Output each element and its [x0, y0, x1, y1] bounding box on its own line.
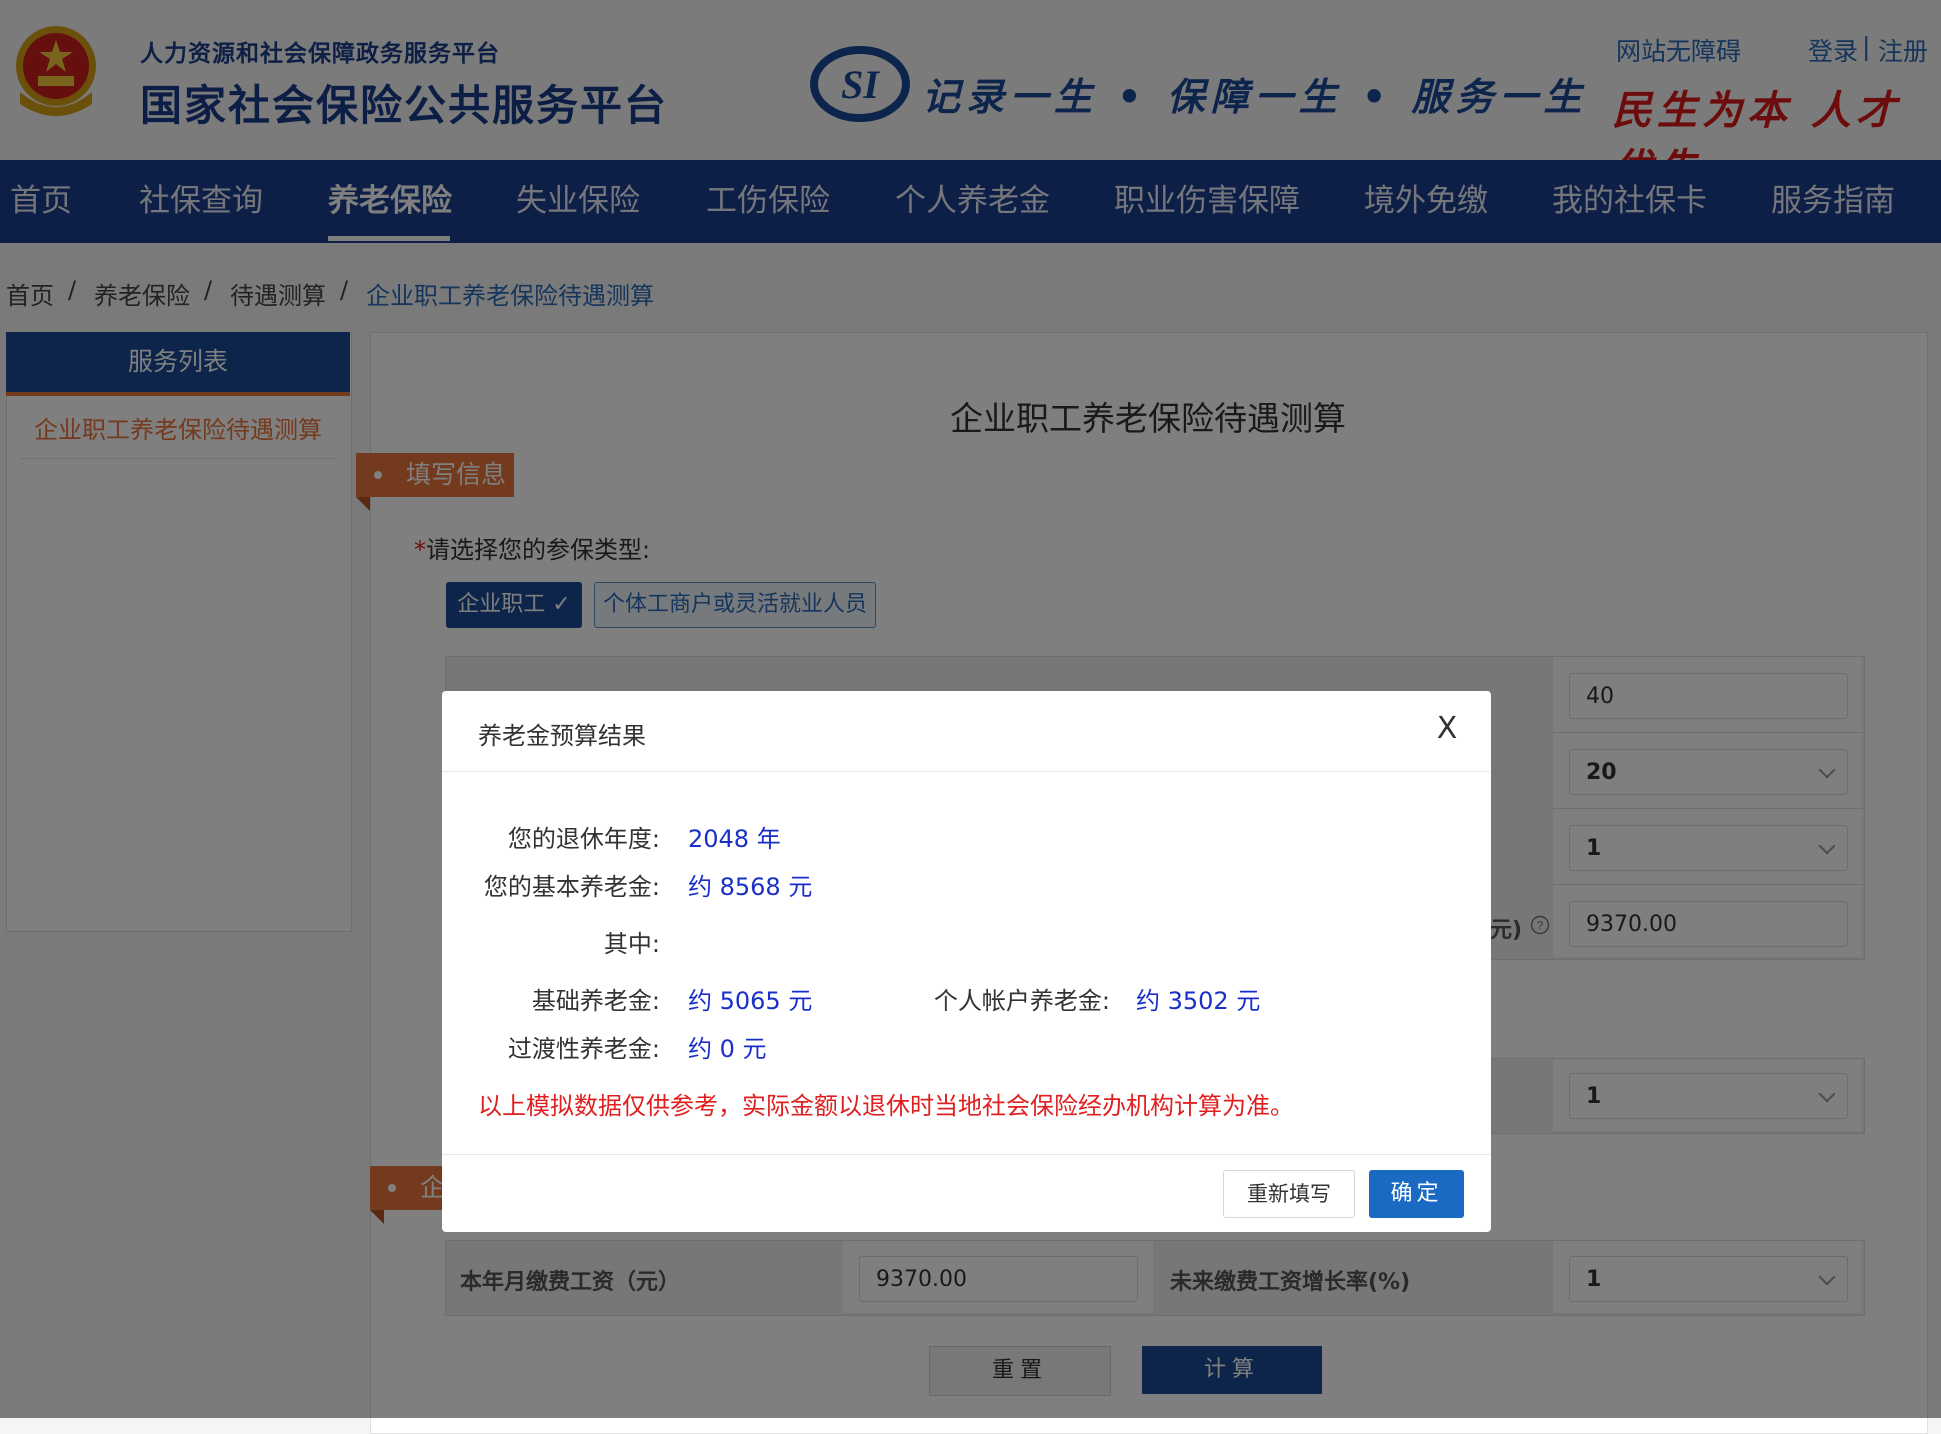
close-icon[interactable]: X	[1430, 712, 1464, 746]
modal-title: 养老金预算结果	[478, 722, 646, 750]
basic-pension-value: 约 8568 元	[688, 873, 813, 901]
among-label: 其中:	[603, 930, 660, 958]
modal-footer-divider	[442, 1154, 1491, 1155]
personal-pension-value: 约 3502 元	[1136, 987, 1261, 1015]
disclaimer-note: 以上模拟数据仅供参考，实际金额以退休时当地社会保险经办机构计算为准。	[478, 1092, 1294, 1120]
retire-year-value: 2048 年	[688, 825, 781, 853]
modal-header-divider	[442, 771, 1491, 772]
retire-year-label: 您的退休年度:	[507, 825, 660, 853]
personal-pension-label: 个人帐户养老金:	[933, 987, 1110, 1015]
base-pension-label: 基础养老金:	[531, 987, 660, 1015]
transition-pension-label: 过渡性养老金:	[507, 1035, 660, 1063]
pension-result-modal	[442, 691, 1491, 1232]
confirm-button[interactable]: 确定	[1369, 1170, 1464, 1218]
transition-pension-value: 约 0 元	[688, 1035, 767, 1063]
base-pension-value: 约 5065 元	[688, 987, 813, 1015]
basic-pension-label: 您的基本养老金:	[483, 873, 660, 901]
refill-button[interactable]: 重新填写	[1223, 1170, 1355, 1218]
